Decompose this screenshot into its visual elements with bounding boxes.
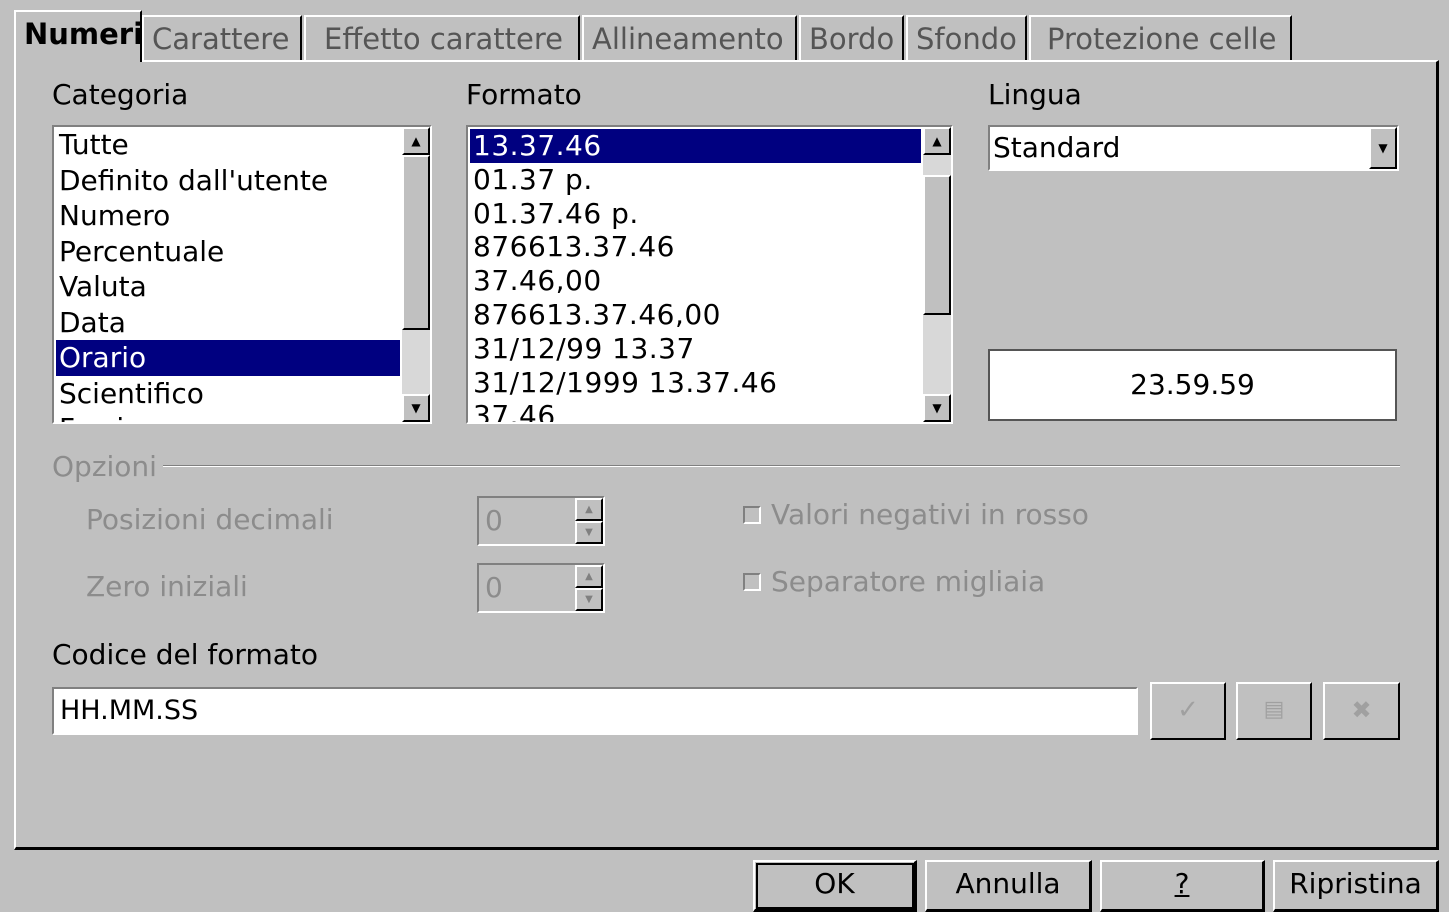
negativi-label: Valori negativi in rosso xyxy=(771,498,1089,531)
checkmark-icon[interactable]: ✓ xyxy=(1150,682,1226,740)
formato-list-item[interactable]: 37.46 xyxy=(470,399,921,422)
formato-label: Formato xyxy=(466,78,582,111)
zeri-stepper[interactable]: 0 ▲ ▼ xyxy=(477,563,605,613)
formato-list-item[interactable]: 31/12/1999 13.37.46 xyxy=(470,366,921,400)
scroll-up-icon[interactable]: ▲ xyxy=(923,127,951,155)
annulla-button[interactable]: Annulla xyxy=(925,860,1092,912)
ripristina-button[interactable]: Ripristina xyxy=(1273,860,1439,912)
chevron-down-icon[interactable]: ▼ xyxy=(1369,127,1397,169)
formato-list-item[interactable]: 13.37.46 xyxy=(470,129,921,163)
categoria-list-item[interactable]: Frazione xyxy=(56,411,400,422)
migliaia-label: Separatore migliaia xyxy=(771,565,1046,598)
formato-list-item[interactable]: 01.37.46 p. xyxy=(470,197,921,231)
categoria-list-item[interactable]: Tutte xyxy=(56,127,400,163)
formato-scrollbar[interactable]: ▲ ▼ xyxy=(923,127,951,422)
formato-list-item[interactable]: 876613.37.46 xyxy=(470,230,921,264)
scroll-down-icon[interactable]: ▼ xyxy=(402,394,430,422)
scroll-thumb[interactable] xyxy=(402,155,430,330)
categoria-list-item[interactable]: Orario xyxy=(56,340,400,376)
lingua-value: Standard xyxy=(993,131,1121,164)
decimali-value: 0 xyxy=(485,504,503,537)
formato-list-item[interactable]: 31/12/99 13.37 xyxy=(470,332,921,366)
opzioni-label: Opzioni xyxy=(52,450,157,483)
scroll-down-icon[interactable]: ▼ xyxy=(923,394,951,422)
categoria-list-item[interactable]: Numero xyxy=(56,198,400,234)
formato-list-item[interactable]: 876613.37.46,00 xyxy=(470,298,921,332)
categoria-list-item[interactable]: Data xyxy=(56,305,400,341)
tab-numeri[interactable]: Numeri xyxy=(14,10,143,62)
opzioni-divider xyxy=(163,465,1400,467)
categoria-list-item[interactable]: Percentuale xyxy=(56,234,400,270)
delete-icon[interactable]: ✖ xyxy=(1323,682,1400,740)
ok-button[interactable]: OK xyxy=(753,860,917,912)
tab-carattere[interactable]: Carattere xyxy=(142,15,302,60)
zeri-value: 0 xyxy=(485,571,503,604)
codice-input[interactable]: HH.MM.SS xyxy=(52,687,1138,735)
lingua-label: Lingua xyxy=(988,78,1082,111)
categoria-list-item[interactable]: Scientifico xyxy=(56,376,400,412)
decimali-stepper[interactable]: 0 ▲ ▼ xyxy=(477,496,605,546)
codice-value: HH.MM.SS xyxy=(60,695,199,726)
categoria-list-item[interactable]: Definito dall'utente xyxy=(56,163,400,199)
negativi-checkbox[interactable] xyxy=(743,506,761,524)
scroll-up-icon[interactable]: ▲ xyxy=(402,127,430,155)
categoria-list-item[interactable]: Valuta xyxy=(56,269,400,305)
formato-listbox[interactable]: 13.37.46 01.37 p. 01.37.46 p. 876613.37.46 3… xyxy=(466,125,953,424)
format-preview: 23.59.59 xyxy=(988,349,1397,421)
stepper-down-icon[interactable]: ▼ xyxy=(575,521,603,544)
decimali-label: Posizioni decimali xyxy=(86,503,334,536)
lingua-select[interactable]: Standard ▼ xyxy=(988,125,1399,171)
migliaia-checkbox[interactable] xyxy=(743,573,761,591)
stepper-up-icon[interactable]: ▲ xyxy=(575,498,603,521)
zeri-label: Zero iniziali xyxy=(86,570,248,603)
preview-value: 23.59.59 xyxy=(1130,368,1255,401)
scroll-thumb[interactable] xyxy=(923,175,951,315)
tab-sfondo[interactable]: Sfondo xyxy=(906,15,1027,60)
help-button[interactable]: ? xyxy=(1100,860,1265,912)
categoria-scrollbar[interactable]: ▲ ▼ xyxy=(402,127,430,422)
stepper-down-icon[interactable]: ▼ xyxy=(575,588,603,611)
comment-icon[interactable]: ▤ xyxy=(1236,682,1312,740)
tab-effetto-carattere[interactable]: Effetto carattere xyxy=(304,15,580,60)
formato-list-item[interactable]: 37.46,00 xyxy=(470,264,921,298)
categoria-label: Categoria xyxy=(52,78,189,111)
categoria-listbox[interactable]: Tutte Definito dall'utente Numero Percentua… xyxy=(52,125,432,424)
codice-label: Codice del formato xyxy=(52,638,318,671)
stepper-up-icon[interactable]: ▲ xyxy=(575,565,603,588)
tab-protezione-celle[interactable]: Protezione celle xyxy=(1029,15,1292,60)
formato-list-item[interactable]: 01.37 p. xyxy=(470,163,921,197)
tab-allineamento[interactable]: Allineamento xyxy=(582,15,797,60)
tab-bordo[interactable]: Bordo xyxy=(799,15,904,60)
